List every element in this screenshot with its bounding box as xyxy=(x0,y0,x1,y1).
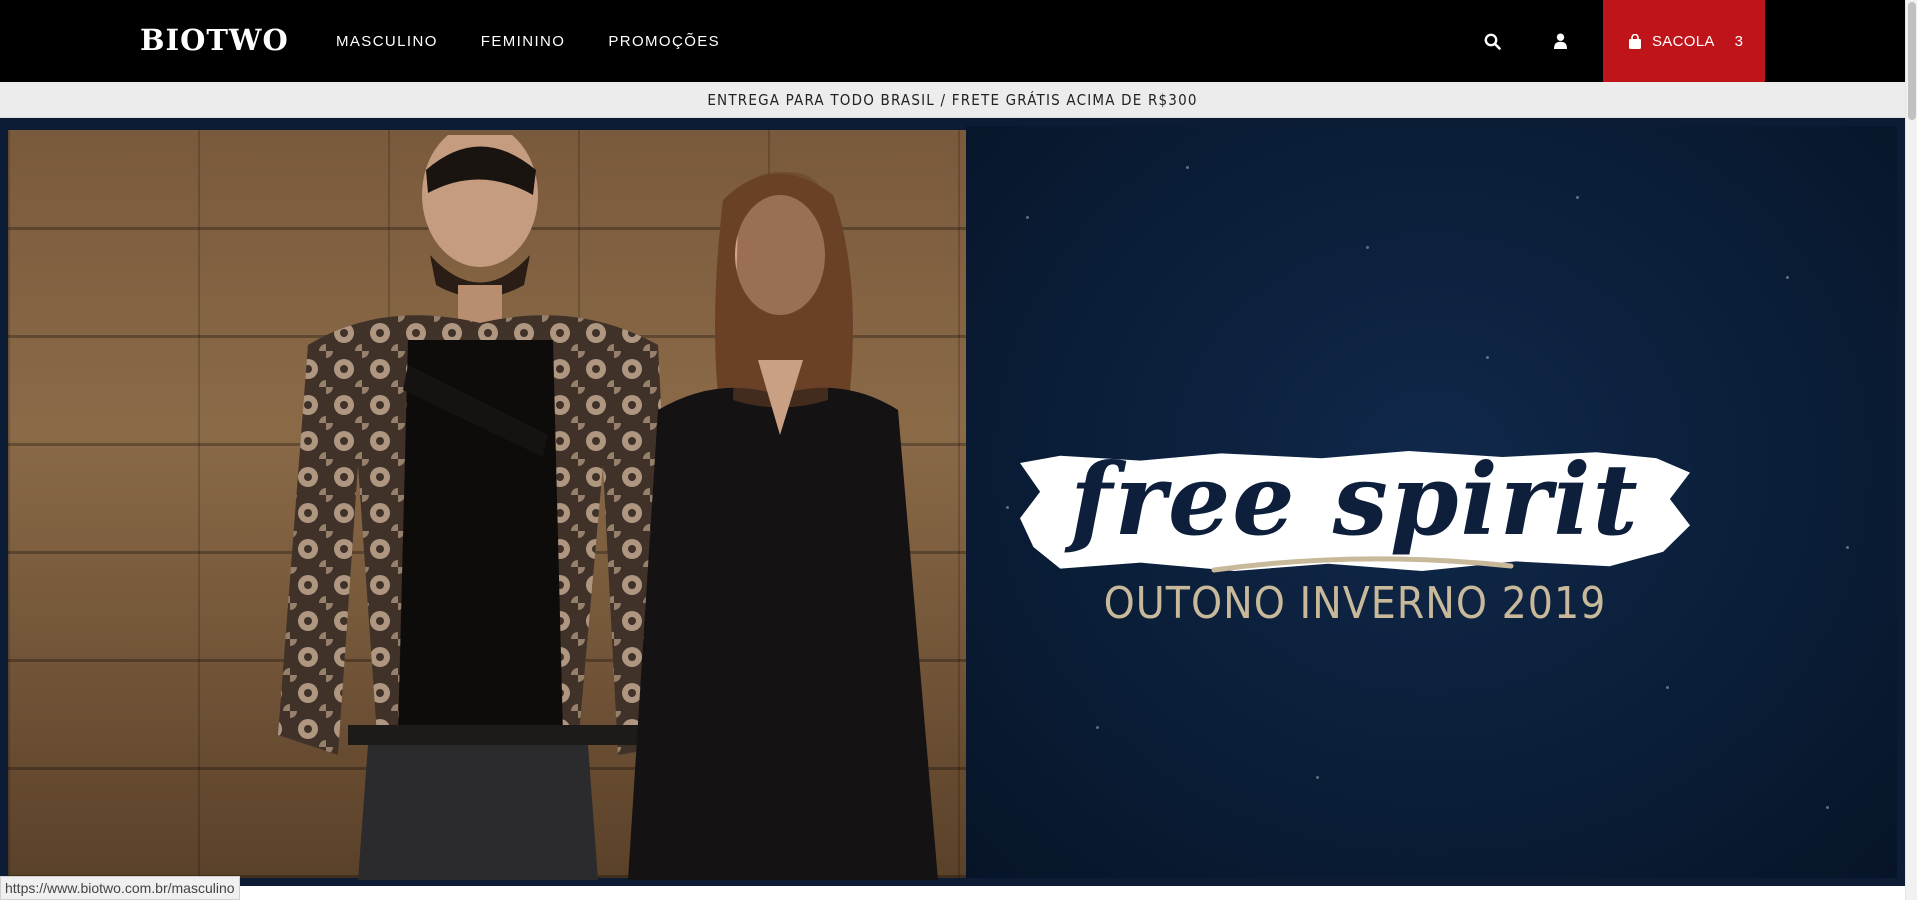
nav-link-feminino[interactable]: FEMININO xyxy=(481,33,566,50)
dust-speck xyxy=(1096,726,1099,729)
shopping-bag-icon xyxy=(1629,33,1641,49)
site-header: BIOTWO MASCULINO FEMININO PROMOÇÕES SACO… xyxy=(0,0,1905,82)
dust-speck xyxy=(1006,506,1009,509)
dust-speck xyxy=(1786,276,1789,279)
dust-speck xyxy=(1826,806,1829,809)
announcement-bar: ENTREGA PARA TODO BRASIL / FRETE GRÁTIS … xyxy=(0,82,1905,118)
scrollbar-thumb[interactable] xyxy=(1908,2,1916,120)
dust-speck xyxy=(1486,356,1489,359)
cart-label: SACOLA xyxy=(1652,32,1715,50)
dust-speck xyxy=(1026,216,1029,219)
browser-status-bar: https://www.biotwo.com.br/masculino xyxy=(0,876,240,900)
main-nav: MASCULINO FEMININO PROMOÇÕES xyxy=(336,0,763,82)
dust-speck xyxy=(1366,246,1369,249)
dust-speck xyxy=(1666,686,1669,689)
cart-button[interactable]: SACOLA 3 xyxy=(1603,0,1765,82)
dust-speck xyxy=(1846,546,1849,549)
search-button[interactable] xyxy=(1479,28,1505,54)
page-scrollbar[interactable] xyxy=(1905,0,1917,900)
hero-photo-models xyxy=(8,130,966,880)
hero-title: free spirit xyxy=(1070,443,1640,558)
search-icon xyxy=(1484,33,1501,50)
dust-speck xyxy=(1186,166,1189,169)
dust-speck xyxy=(1316,776,1319,779)
user-icon xyxy=(1553,33,1567,49)
account-button[interactable] xyxy=(1547,28,1573,54)
announcement-text: ENTREGA PARA TODO BRASIL / FRETE GRÁTIS … xyxy=(707,90,1198,109)
nav-link-masculino[interactable]: MASCULINO xyxy=(336,33,438,50)
nav-link-promocoes[interactable]: PROMOÇÕES xyxy=(608,33,720,50)
gold-underline-stroke xyxy=(1211,556,1514,573)
cart-count-badge: 3 xyxy=(1734,32,1744,50)
brand-logo[interactable]: BIOTWO xyxy=(140,20,289,60)
hero-subtitle: OUTONO INVERNO 2019 xyxy=(1103,578,1607,629)
female-model-figure xyxy=(628,171,938,880)
dust-speck xyxy=(1576,196,1579,199)
hero-banner[interactable]: free spirit OUTONO INVERNO 2019 xyxy=(0,118,1905,886)
status-url: https://www.biotwo.com.br/masculino xyxy=(5,880,235,896)
